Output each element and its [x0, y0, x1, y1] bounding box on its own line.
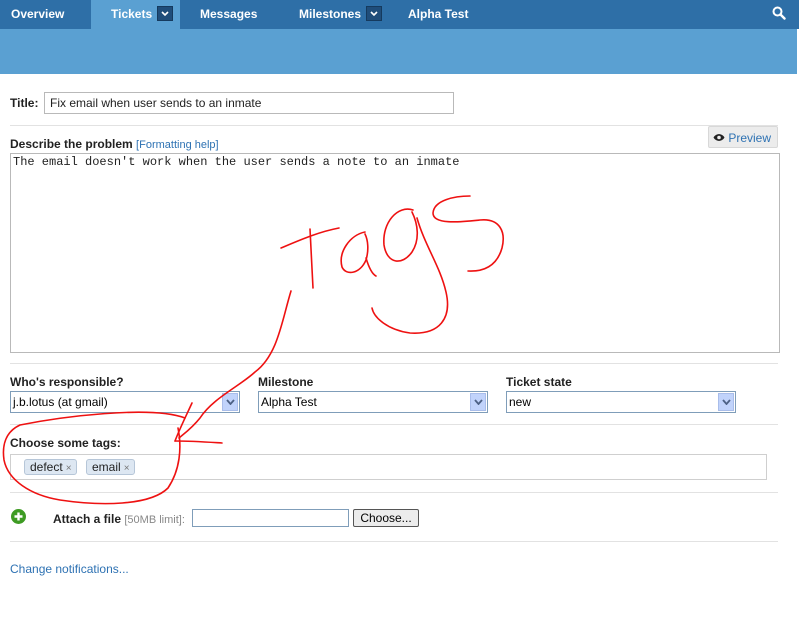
milestone-value: Alpha Test	[261, 395, 317, 409]
milestone-label: Milestone	[258, 375, 314, 389]
change-notifications-link[interactable]: Change notifications...	[10, 562, 129, 576]
ticket-state-value: new	[509, 395, 532, 409]
tab-messages-label: Messages	[200, 7, 258, 21]
chevron-down-icon[interactable]	[366, 6, 383, 22]
top-navigation: Overview Tickets Messages Milestones Alp…	[0, 0, 799, 29]
attach-label: Attach a file [50MB limit]:	[53, 512, 185, 526]
milestone-select[interactable]: Alpha Test	[258, 391, 488, 413]
title-input[interactable]: Fix email when user sends to an inmate	[44, 92, 454, 114]
divider	[10, 363, 778, 364]
tab-messages[interactable]: Messages	[186, 0, 276, 29]
description-textarea[interactable]: The email doesn't work when the user sen…	[10, 153, 780, 353]
tab-alpha-test-label: Alpha Test	[408, 7, 469, 21]
attach-label-text: Attach a file	[53, 512, 122, 526]
formatting-help-close: ]	[215, 139, 219, 151]
remove-tag-icon[interactable]: ×	[66, 463, 72, 474]
tag-email: email ×	[86, 459, 135, 475]
ticket-state-select[interactable]: new	[506, 391, 736, 413]
tab-overview[interactable]: Overview	[0, 0, 87, 29]
title-label: Title:	[10, 96, 39, 110]
responsible-label: Who's responsible?	[10, 375, 124, 389]
divider	[10, 541, 778, 542]
attach-limit: [50MB limit]:	[124, 514, 185, 526]
tab-tickets-label: Tickets	[111, 7, 153, 21]
tag-label: email	[92, 460, 121, 474]
tags-input[interactable]: defect × email ×	[10, 454, 767, 480]
remove-tag-icon[interactable]: ×	[124, 463, 130, 474]
add-attachment-icon[interactable]	[11, 509, 26, 524]
tab-alpha-test[interactable]: Alpha Test	[396, 0, 486, 29]
chevron-down-icon[interactable]	[157, 6, 174, 22]
responsible-value: j.b.lotus (at gmail)	[13, 395, 108, 409]
tab-milestones[interactable]: Milestones	[285, 0, 395, 29]
chevron-down-icon[interactable]	[470, 393, 486, 411]
tab-tickets[interactable]: Tickets	[91, 0, 180, 29]
tab-milestones-label: Milestones	[299, 7, 362, 21]
tag-defect: defect ×	[24, 459, 77, 475]
formatting-help-text: Formatting help	[139, 139, 216, 151]
ticket-state-label: Ticket state	[506, 375, 572, 389]
divider	[10, 125, 778, 126]
describe-label: Describe the problem [Formatting help]	[10, 137, 219, 151]
preview-button[interactable]: Preview	[708, 126, 778, 148]
divider	[10, 424, 778, 425]
tab-overview-label: Overview	[11, 7, 65, 21]
chevron-down-icon[interactable]	[222, 393, 238, 411]
describe-label-text: Describe the problem	[10, 137, 133, 151]
responsible-select[interactable]: j.b.lotus (at gmail)	[10, 391, 240, 413]
file-path-input[interactable]	[192, 509, 349, 527]
tag-label: defect	[30, 460, 63, 474]
formatting-help-link[interactable]: [Formatting help]	[136, 139, 219, 151]
choose-file-button[interactable]: Choose...	[353, 509, 419, 527]
preview-label: Preview	[728, 131, 772, 145]
tags-label: Choose some tags:	[10, 436, 121, 450]
divider	[10, 492, 778, 493]
sub-header-bar	[0, 29, 797, 74]
eye-icon	[713, 134, 725, 142]
search-icon[interactable]	[772, 6, 786, 20]
chevron-down-icon[interactable]	[718, 393, 734, 411]
